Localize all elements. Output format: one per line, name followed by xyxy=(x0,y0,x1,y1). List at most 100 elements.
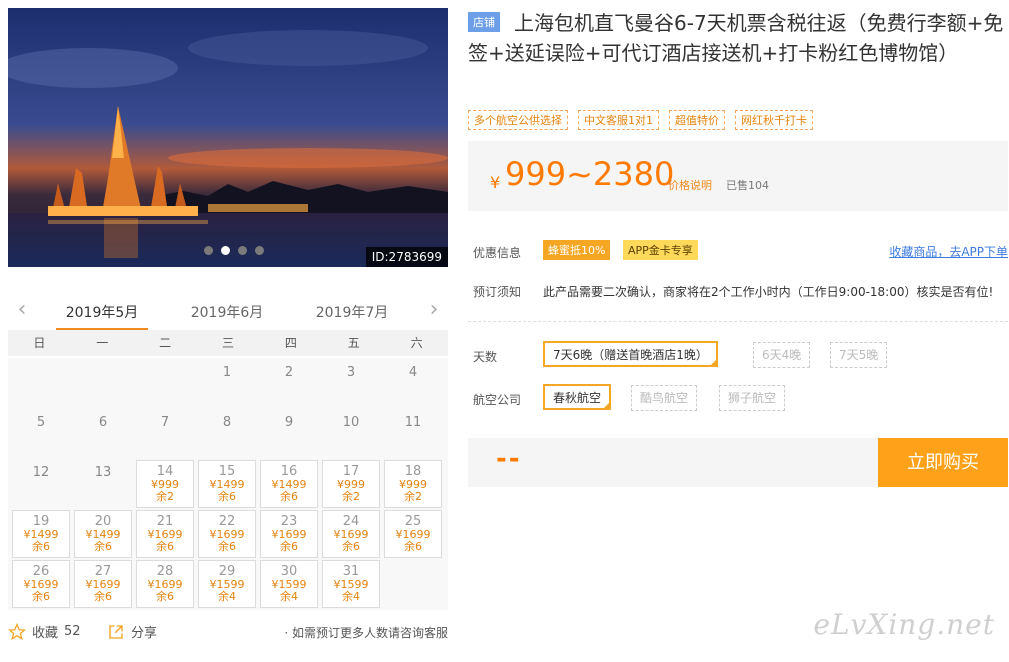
hero-image[interactable]: ID:2783699 xyxy=(8,8,448,267)
shop-badge[interactable]: 店铺 xyxy=(468,12,500,32)
calendar-day[interactable]: 25 ¥1699 余6 xyxy=(384,510,442,558)
day-number: 2 xyxy=(284,365,294,380)
calendar-day[interactable]: 16 ¥1499 余6 xyxy=(260,460,318,508)
day-number: 6 xyxy=(98,415,108,430)
day-number: 22 xyxy=(218,514,236,529)
product-title: 上海包机直飞曼谷6-7天机票含税往返（免费行李额+免签+送延误险+可代订酒店接送… xyxy=(468,11,1004,65)
weekday-label: 二 xyxy=(159,336,172,350)
calendar-day[interactable]: 31 ¥1599 余4 xyxy=(322,560,380,608)
calendar-grid: 1 2 3 4 5 6 7 8 9 10 11 12 13 14 ¥999 余2 15 ¥1499 余6 16 ¥149… xyxy=(8,358,448,610)
day-number: 11 xyxy=(404,415,422,430)
day-number: 3 xyxy=(346,365,356,380)
day-number: 30 xyxy=(280,564,298,579)
day-number: 14 xyxy=(156,464,174,479)
calendar-weekday-header: 日一二三四五六 xyxy=(8,330,448,356)
carousel-dot[interactable] xyxy=(255,246,264,255)
image-id-label: ID:2783699 xyxy=(365,247,448,267)
calendar-day[interactable]: 17 ¥999 余2 xyxy=(322,460,380,508)
airline-option-lion[interactable]: 狮子航空 xyxy=(719,385,786,411)
day-number: 17 xyxy=(342,464,360,479)
tab-month-may[interactable]: 2019年5月 xyxy=(47,302,157,322)
carousel-dot[interactable] xyxy=(204,246,213,255)
feature-tag: 多个航空公供选择 xyxy=(468,110,568,130)
calendar-day[interactable]: 21 ¥1699 余6 xyxy=(136,510,194,558)
calendar-day[interactable]: 30 ¥1599 余4 xyxy=(260,560,318,608)
calendar-day: 11 xyxy=(384,410,442,458)
feature-tag: 网红秋千打卡 xyxy=(735,110,813,130)
day-option-7d6n[interactable]: 7天6晚（赠送首晚酒店1晚） xyxy=(543,341,718,367)
day-number: 31 xyxy=(342,564,360,579)
calendar-day[interactable]: 29 ¥1599 余4 xyxy=(198,560,256,608)
calendar-day[interactable]: 19 ¥1499 余6 xyxy=(12,510,70,558)
airline-option-scoot[interactable]: 酷鸟航空 xyxy=(631,385,698,411)
day-number: 21 xyxy=(156,514,174,529)
weekday-label: 一 xyxy=(96,336,109,350)
favorite-app-link[interactable]: 收藏商品，去APP下单 xyxy=(889,243,1008,260)
favorite-button[interactable]: 收藏 52 xyxy=(8,622,81,641)
calendar-day[interactable]: 26 ¥1699 余6 xyxy=(12,560,70,608)
calendar-day[interactable]: 14 ¥999 余2 xyxy=(136,460,194,508)
day-stock: 余2 xyxy=(404,490,422,503)
day-number: 4 xyxy=(408,365,418,380)
calendar-day[interactable]: 15 ¥1499 余6 xyxy=(198,460,256,508)
day-stock: 余6 xyxy=(342,540,360,553)
day-stock: 余6 xyxy=(280,540,298,553)
day-number: 5 xyxy=(36,415,46,430)
price-note-link[interactable]: 价格说明 xyxy=(668,177,712,193)
price-currency: ¥ xyxy=(490,173,501,192)
day-number: 18 xyxy=(404,464,422,479)
day-stock: 余6 xyxy=(156,540,174,553)
day-stock: 余6 xyxy=(218,490,236,503)
calendar-day[interactable]: 24 ¥1699 余6 xyxy=(322,510,380,558)
price-panel: ¥ 999~2380 价格说明 已售104 xyxy=(468,141,1008,211)
day-number: 12 xyxy=(32,465,50,480)
temple-photo xyxy=(8,8,448,267)
day-number: 16 xyxy=(280,464,298,479)
weekday-label: 三 xyxy=(222,336,235,350)
day-option-6d4n[interactable]: 6天4晚 xyxy=(753,342,811,368)
day-stock: 余4 xyxy=(218,590,236,603)
weekday-label: 六 xyxy=(410,336,423,350)
airline-option-spring[interactable]: 春秋航空 xyxy=(543,384,612,410)
day-stock: 余6 xyxy=(32,540,50,553)
day-number: 8 xyxy=(222,415,232,430)
day-stock: 余6 xyxy=(404,540,422,553)
calendar-day: 10 xyxy=(322,410,380,458)
calendar-day: 12 xyxy=(12,460,70,508)
calendar-day[interactable]: 23 ¥1699 余6 xyxy=(260,510,318,558)
calendar-day[interactable]: 27 ¥1699 余6 xyxy=(74,560,132,608)
tab-month-june[interactable]: 2019年6月 xyxy=(172,302,282,322)
calendar-day[interactable]: 28 ¥1699 余6 xyxy=(136,560,194,608)
calendar-day[interactable]: 18 ¥999 余2 xyxy=(384,460,442,508)
promo-label: 优惠信息 xyxy=(473,246,522,260)
day-option-7d5n[interactable]: 7天5晚 xyxy=(830,342,888,368)
price-range: 999~2380 xyxy=(505,155,675,193)
share-button[interactable]: 分享 xyxy=(107,622,157,641)
day-stock: 余4 xyxy=(280,590,298,603)
calendar-day: 2 xyxy=(260,360,318,408)
day-number: 15 xyxy=(218,464,236,479)
days-label: 天数 xyxy=(473,350,498,364)
day-number: 19 xyxy=(32,514,50,529)
calendar-day[interactable]: 22 ¥1699 余6 xyxy=(198,510,256,558)
day-number: 26 xyxy=(32,564,50,579)
promo-badge-app: APP金卡专享 xyxy=(623,240,698,260)
day-stock: 余6 xyxy=(218,540,236,553)
feature-tag: 中文客服1对1 xyxy=(578,110,659,130)
booking-notice: 此产品需要二次确认，商家将在2个工作小时内（工作日9:00-18:00）核实是否… xyxy=(543,285,994,299)
sold-count: 已售104 xyxy=(726,179,769,192)
chevron-right-icon[interactable]: › xyxy=(424,299,444,322)
star-icon xyxy=(8,622,26,640)
chevron-left-icon[interactable]: ‹ xyxy=(12,299,32,322)
calendar-day[interactable]: 20 ¥1499 余6 xyxy=(74,510,132,558)
airline-label: 航空公司 xyxy=(473,393,522,407)
calendar-day: 1 xyxy=(198,360,256,408)
carousel-dot[interactable] xyxy=(238,246,247,255)
day-number: 1 xyxy=(222,365,232,380)
day-stock: 余6 xyxy=(156,590,174,603)
carousel-dot[interactable] xyxy=(221,246,230,255)
feature-tag: 超值特价 xyxy=(669,110,725,130)
tab-month-july[interactable]: 2019年7月 xyxy=(297,302,407,322)
share-icon xyxy=(109,624,123,639)
buy-now-button[interactable]: 立即购买 xyxy=(878,438,1008,487)
